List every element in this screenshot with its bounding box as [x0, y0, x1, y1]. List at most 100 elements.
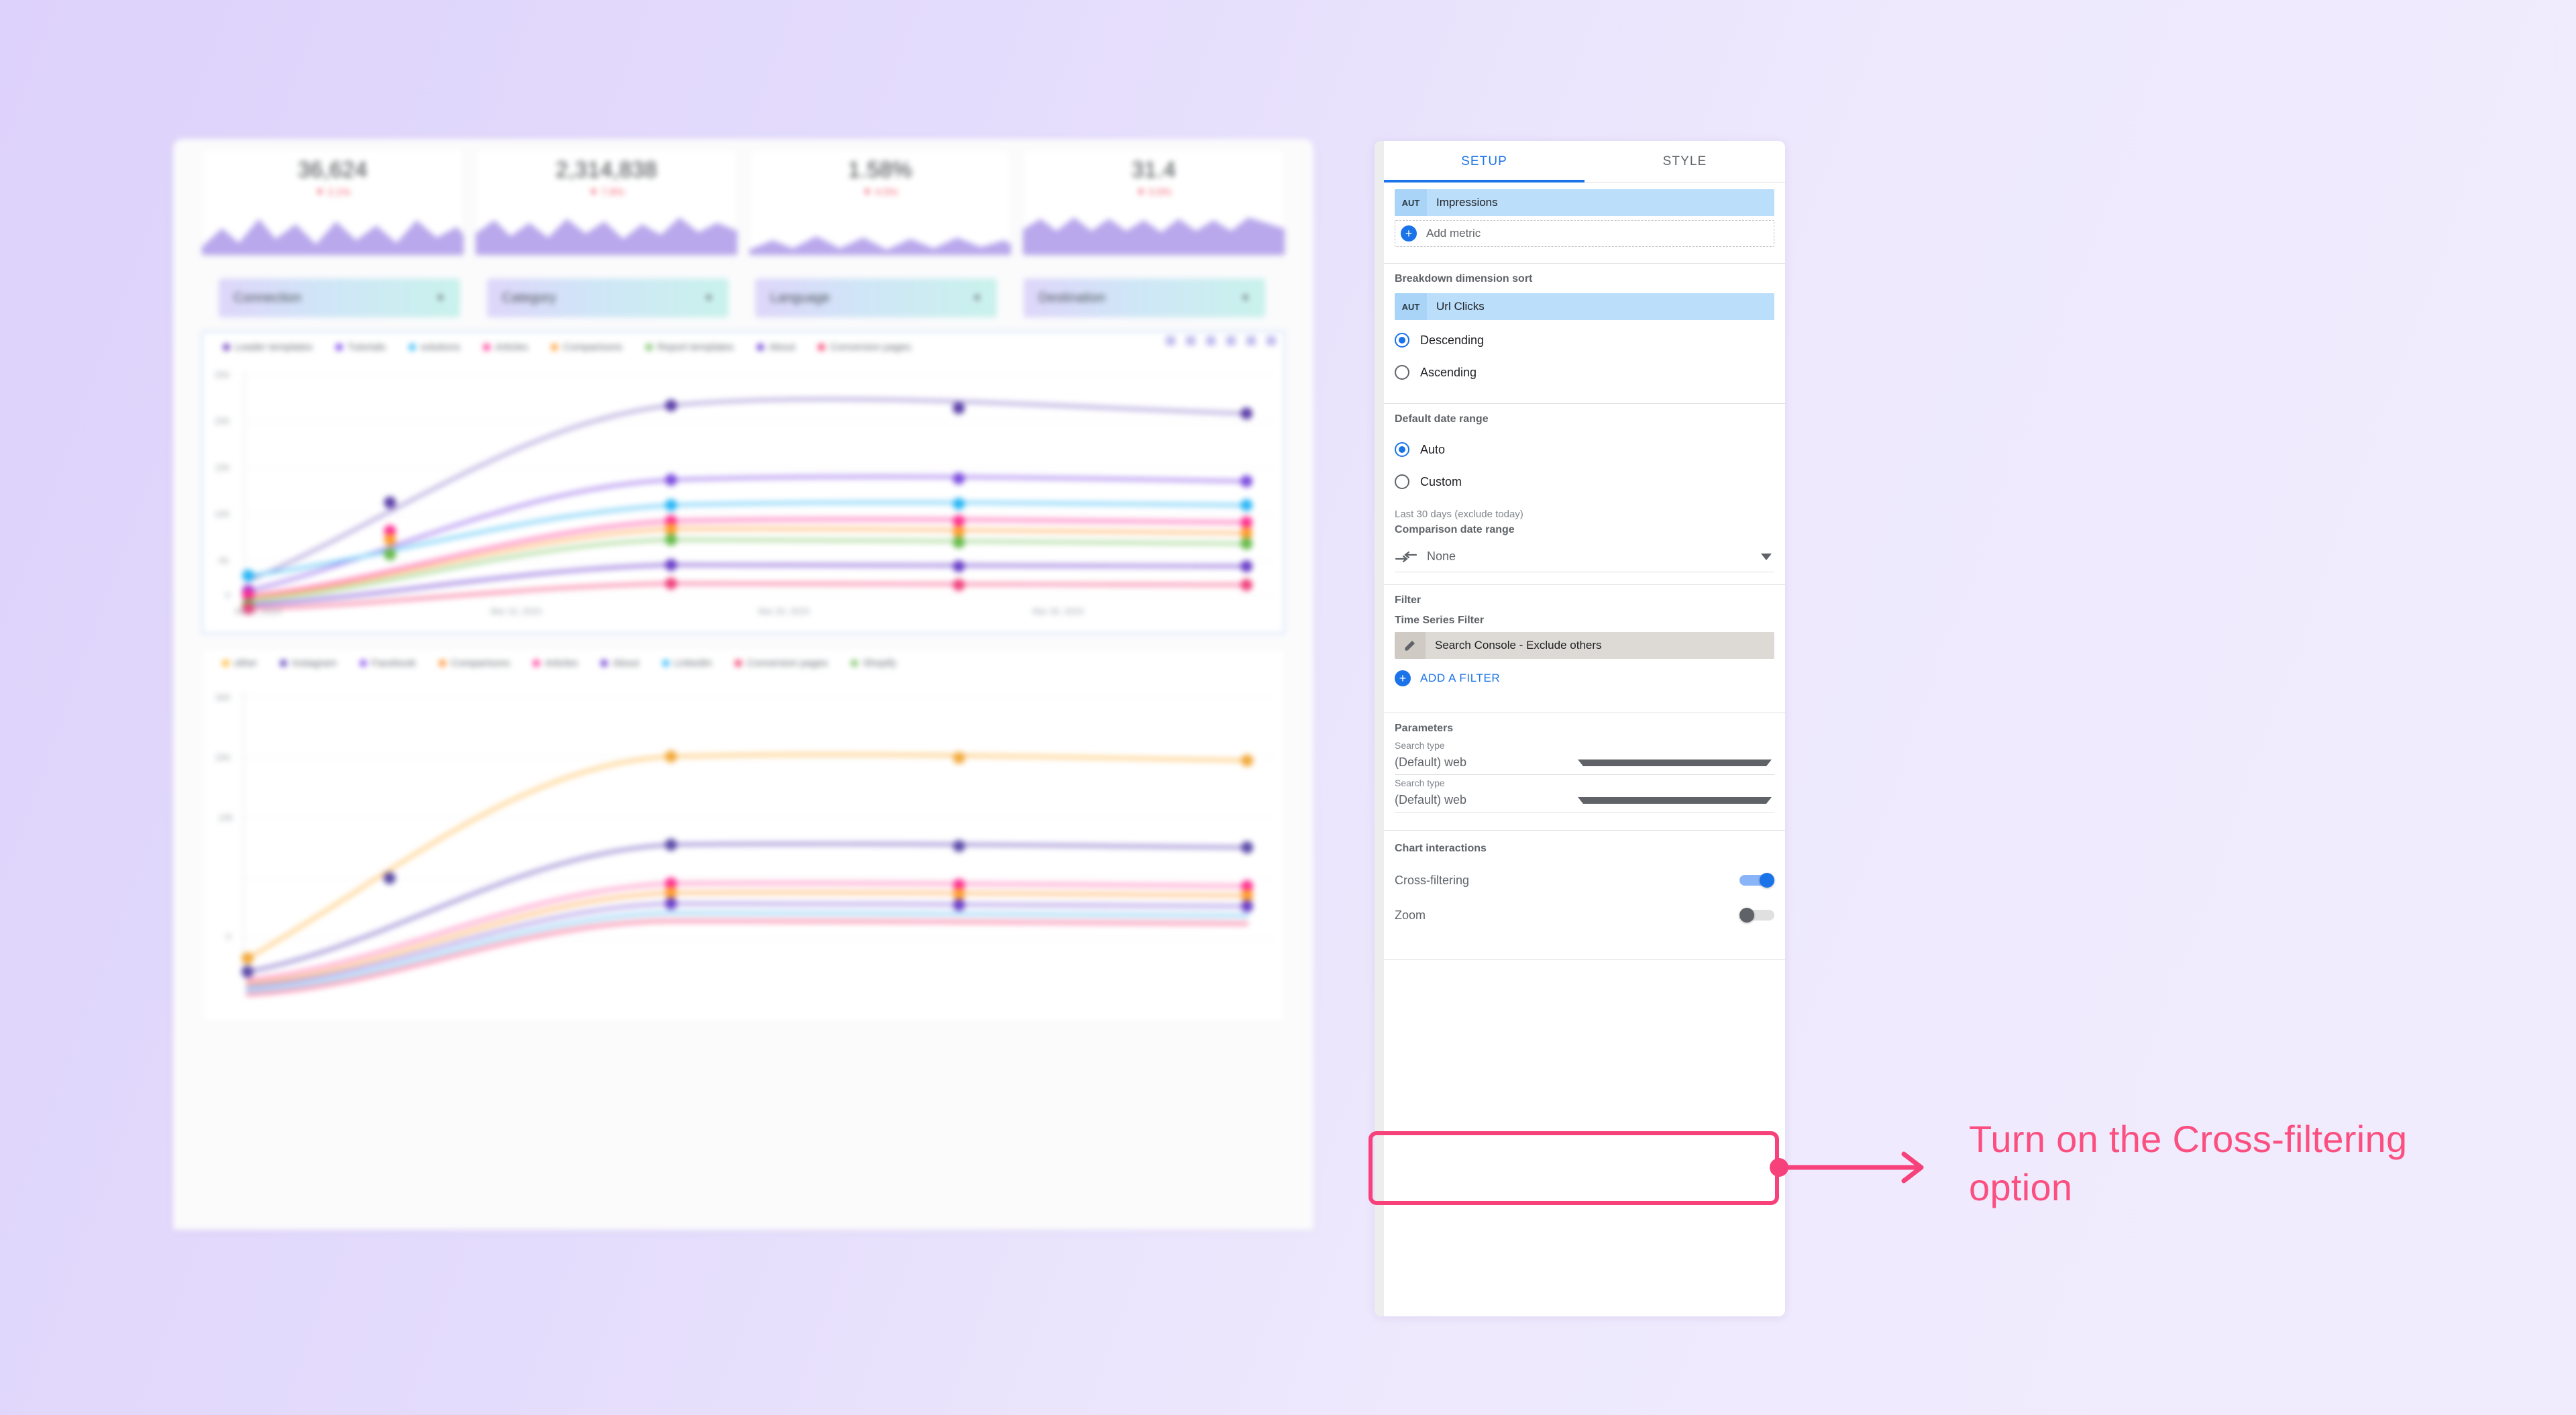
svg-text:Mar 1, 2023: Mar 1, 2023	[235, 606, 281, 616]
svg-text:5K: 5K	[219, 556, 229, 566]
legend-label: solutions	[420, 342, 461, 353]
legend-item[interactable]: other	[222, 658, 257, 669]
sparkline-area	[749, 236, 1011, 255]
breakdown-sort-title: Breakdown dimension sort	[1395, 273, 1533, 284]
legend-item[interactable]: LinkedIn	[661, 658, 712, 669]
svg-text:Mar 20, 2023: Mar 20, 2023	[758, 606, 809, 616]
filter-chip-destination[interactable]: Destination ▼	[1024, 278, 1265, 317]
legend-item[interactable]: Leader templates	[223, 342, 313, 353]
legend-item[interactable]: Comparisons	[551, 342, 623, 353]
legend-label: Articles	[495, 342, 529, 353]
legend-swatch	[818, 344, 826, 351]
panel-tabs: SETUP STYLE	[1384, 141, 1785, 182]
legend-item[interactable]: Comparisons	[438, 658, 510, 669]
legend-label: About	[612, 658, 639, 669]
svg-text:10K: 10K	[218, 813, 233, 823]
add-a-filter-button[interactable]: + ADD A FILTER	[1395, 663, 1774, 694]
legend-swatch	[851, 660, 859, 667]
time-series-chart-primary[interactable]: Leader templates Tutorials solutions Art…	[201, 331, 1285, 634]
svg-text:0: 0	[225, 590, 230, 600]
legend-item[interactable]: Articles	[483, 342, 528, 353]
zoom-row: Zoom	[1395, 898, 1774, 933]
sort-option-descending[interactable]: Descending	[1395, 324, 1774, 356]
filter-chip-category[interactable]: Category ▼	[487, 278, 729, 317]
legend-swatch	[335, 344, 343, 351]
scorecard[interactable]: 1.58% ▼ 4.5%	[749, 148, 1012, 256]
breakdown-sort-field-pill[interactable]: AUT Url Clicks	[1395, 293, 1774, 320]
sparkline-area	[1023, 217, 1285, 255]
chart-plot-area: 25K 20K 15K 10K 5K 0 Mar 1, 2023 Mar 10, 202…	[203, 362, 1284, 633]
chevron-down-icon: ▼	[1240, 292, 1250, 304]
date-range-option-custom[interactable]: Custom	[1395, 466, 1774, 498]
date-range-option-auto[interactable]: Auto	[1395, 433, 1774, 466]
radio-icon	[1395, 474, 1409, 489]
download-icon[interactable]	[1267, 336, 1276, 346]
legend-swatch	[756, 344, 764, 351]
legend-swatch	[223, 344, 230, 351]
field-type-badge: AUT	[1395, 189, 1427, 216]
date-range-section: Default date range Auto Custom Last 30 d…	[1384, 404, 1785, 585]
parameter-label: Search type	[1395, 740, 1445, 751]
chart-interactions-section: Chart interactions Cross-filtering Zoom	[1384, 831, 1785, 960]
legend-item[interactable]: Conversion pages	[735, 658, 828, 669]
panel-scrollbar[interactable]	[1375, 141, 1384, 1316]
legend-swatch	[661, 660, 669, 667]
filter-chip-language[interactable]: Language ▼	[755, 278, 997, 317]
sort-option-ascending[interactable]: Ascending	[1395, 356, 1774, 388]
sparkline-area	[476, 217, 737, 255]
legend-item[interactable]: solutions	[408, 342, 461, 353]
chart-toolbar[interactable]	[1166, 336, 1276, 346]
chevron-down-icon: ▼	[435, 292, 445, 304]
legend-swatch	[483, 344, 491, 351]
legend-item[interactable]: Conversion pages	[818, 342, 911, 353]
legend-item[interactable]: Articles	[533, 658, 578, 669]
scorecard-value: 1.58%	[847, 157, 913, 182]
legend-label: LinkedIn	[674, 658, 712, 669]
scorecard[interactable]: 36,624 ▼ 2.1%	[201, 148, 464, 256]
add-metric-button[interactable]: + Add metric	[1395, 220, 1774, 247]
date-range-title: Default date range	[1395, 413, 1489, 425]
time-series-chart-secondary[interactable]: other Instagram Facebook Comparisons Art…	[201, 647, 1285, 1023]
tab-style[interactable]: STYLE	[1585, 141, 1785, 182]
svg-text:15K: 15K	[215, 462, 230, 472]
legend-item[interactable]: Facebook	[359, 658, 416, 669]
toggle-knob	[1739, 908, 1754, 923]
more-icon[interactable]	[1206, 336, 1216, 346]
legend-label: Shopify	[863, 658, 897, 669]
zoom-toggle[interactable]	[1739, 908, 1774, 923]
filter-chip-connection[interactable]: Connection ▼	[219, 278, 460, 317]
legend-swatch	[645, 344, 653, 351]
legend-item[interactable]: Shopify	[851, 658, 896, 669]
filter-chip[interactable]: Search Console - Exclude others	[1395, 632, 1774, 659]
scorecard[interactable]: 31.4 ▼ 0.9%	[1022, 148, 1285, 256]
plus-icon: +	[1401, 225, 1417, 242]
filter-icon[interactable]	[1226, 336, 1236, 346]
pencil-icon[interactable]	[1395, 632, 1426, 659]
cross-filtering-toggle[interactable]	[1739, 873, 1774, 888]
radio-icon	[1395, 333, 1409, 348]
table-icon[interactable]	[1246, 336, 1256, 346]
edit-icon[interactable]	[1186, 336, 1195, 346]
parameter-select[interactable]: (Default) web	[1395, 751, 1774, 775]
legend-item[interactable]: Report templates	[645, 342, 734, 353]
sort-option-descending-label: Descending	[1420, 333, 1485, 347]
scorecard-delta: ▼ 0.9%	[1136, 187, 1172, 198]
legend-item[interactable]: About	[600, 658, 639, 669]
legend-item[interactable]: About	[756, 342, 795, 353]
zoom-label: Zoom	[1395, 908, 1426, 922]
comparison-date-range-select[interactable]: None	[1395, 541, 1774, 572]
metric-field-pill[interactable]: AUT Impressions	[1395, 189, 1774, 216]
svg-text:10K: 10K	[215, 509, 230, 519]
share-icon[interactable]	[1166, 336, 1175, 346]
legend-item[interactable]: Tutorials	[335, 342, 386, 353]
tab-setup[interactable]: SETUP	[1384, 141, 1585, 182]
tab-style-label: STYLE	[1662, 154, 1707, 168]
scorecard[interactable]: 2,314,838 ▼ 7.8%	[475, 148, 738, 256]
legend-swatch	[359, 660, 367, 667]
legend-label: Conversion pages	[747, 658, 828, 669]
svg-text:20K: 20K	[215, 416, 230, 426]
legend-item[interactable]: Instagram	[280, 658, 337, 669]
parameter-select[interactable]: (Default) web	[1395, 788, 1774, 813]
filter-chip-name: Search Console - Exclude others	[1435, 639, 1602, 651]
scorecard-row: 36,624 ▼ 2.1% 2,314,838 ▼ 7.8% 1.58% ▼ 4…	[201, 148, 1285, 256]
